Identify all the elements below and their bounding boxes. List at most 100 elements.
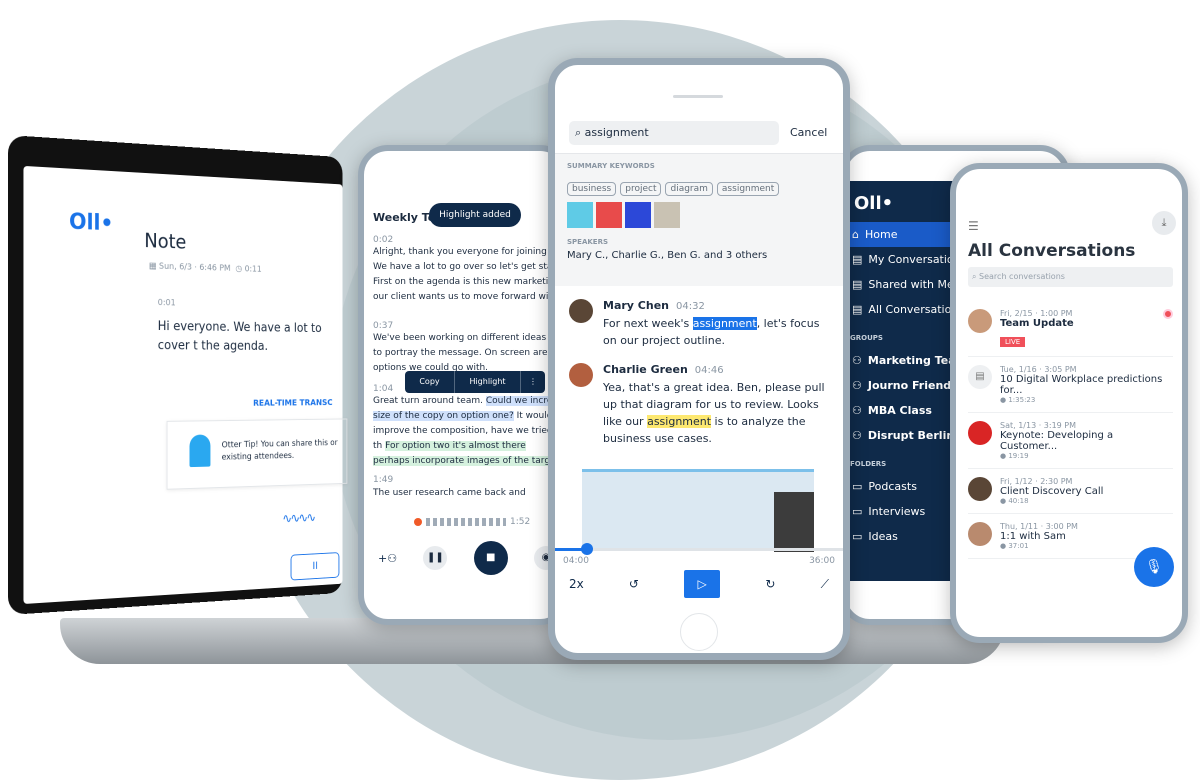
home-button[interactable] — [680, 613, 718, 651]
label: My Conversatio — [868, 253, 953, 266]
chart-icon[interactable]: ⟋ — [821, 577, 829, 592]
total-time: 36:00 — [809, 556, 835, 566]
toast: Highlight added — [429, 203, 521, 227]
phone-transcript: Weekly Tea Highlight added 0:02 Alright,… — [358, 145, 570, 625]
thumbnail[interactable] — [654, 202, 680, 228]
group-icon: ⚇ — [852, 354, 862, 367]
copy-button[interactable]: Copy — [405, 371, 455, 393]
keyword-chip[interactable]: project — [620, 182, 661, 196]
forward-icon[interactable]: ↻ — [765, 577, 775, 591]
duration-text: 1:35:23 — [1008, 396, 1035, 404]
transcript-text: Great turn around team. Could we increa … — [373, 394, 563, 469]
sidebar-folder[interactable]: ▭ Podcasts — [846, 474, 956, 499]
timestamp: 0:01 — [158, 298, 176, 308]
conversation-list: Fri, 2/15 · 1:00 PM Team Update LIVE ▤ Tue,… — [968, 301, 1173, 559]
video-thumbnail[interactable] — [582, 469, 814, 549]
stack-icon: ▤ — [852, 303, 862, 316]
sidebar-folder[interactable]: ▭ Interviews — [846, 499, 956, 524]
more-icon[interactable]: ⋮ — [521, 371, 545, 393]
transcript: 0:02 Alright, thank you everyone for joi… — [373, 235, 563, 501]
sidebar-item-all-conversations[interactable]: ▤ All Conversatio — [846, 297, 956, 322]
sidebar-group[interactable]: ⚇ MBA Class — [846, 398, 956, 423]
avatar — [569, 299, 593, 323]
timestamp: 1:49 — [373, 475, 563, 485]
search-icon: ⌕ — [575, 126, 585, 139]
otter-logo: Oll• — [69, 210, 113, 236]
elapsed-time: 1:52 — [510, 517, 530, 527]
slider-handle[interactable] — [581, 543, 593, 555]
calendar-icon: ▦ — [149, 262, 159, 272]
speed-button[interactable]: 2x — [569, 577, 584, 591]
group-icon: ⚇ — [852, 379, 862, 392]
tip-card: Otter Tip! You can share this or existin… — [167, 418, 348, 489]
thumbnail[interactable] — [625, 202, 651, 228]
cancel-button[interactable]: Cancel — [790, 126, 827, 139]
label: Shared with Me — [868, 278, 953, 291]
sidebar-folder[interactable]: ▭ Ideas — [846, 524, 956, 549]
phone-search: ⌕ assignment Cancel SUMMARY KEYWORDS bus… — [548, 58, 850, 660]
home-icon: ⌂ — [852, 228, 859, 241]
summary-panel: SUMMARY KEYWORDS business project diagram a… — [555, 153, 843, 286]
realtime-label: REAL-TIME TRANSC — [253, 399, 332, 409]
shared-icon: ▤ — [852, 278, 862, 291]
avatar — [968, 522, 992, 546]
group-icon: ⚇ — [852, 429, 862, 442]
list-item[interactable]: Fri, 2/15 · 1:00 PM Team Update LIVE — [968, 301, 1173, 357]
otter-logo: Oll• — [846, 181, 956, 222]
search-input[interactable]: ⌕ assignment — [569, 121, 779, 145]
keyword-chip[interactable]: assignment — [717, 182, 779, 196]
add-speaker-icon[interactable]: +⚇ — [378, 552, 397, 565]
date: Sat, 1/13 · 3:19 PM — [1000, 421, 1173, 430]
sidebar-item-home[interactable]: ⌂ Home — [846, 222, 956, 247]
sidebar-group[interactable]: ⚇ Disrupt Berlin 2 — [846, 423, 956, 448]
play-button[interactable]: ▷ — [684, 570, 720, 598]
search-value: assignment — [585, 126, 649, 139]
list-item[interactable]: ▤ Tue, 1/16 · 3:05 PM 10 Digital Workplace… — [968, 357, 1173, 413]
note-date: Sun, 6/3 · 6:46 PM — [159, 262, 231, 274]
playback-slider[interactable] — [555, 548, 843, 551]
thumbnail[interactable] — [567, 202, 593, 228]
timestamp: 0:37 — [373, 321, 563, 331]
highlight-button[interactable]: Highlight — [455, 371, 521, 393]
import-button[interactable]: ⤓ — [1152, 211, 1176, 235]
timestamp: 04:32 — [676, 301, 705, 312]
date: Thu, 1/11 · 3:00 PM — [1000, 522, 1078, 531]
pause-button[interactable]: II — [291, 552, 340, 580]
current-time: 04:00 — [563, 556, 589, 566]
search-icon: ⌕ — [972, 272, 979, 281]
speaker-name: Mary Chen — [603, 299, 669, 312]
list-item[interactable]: Sat, 1/13 · 3:19 PM Keynote: Developing a… — [968, 413, 1173, 469]
section-label: FOLDERS — [846, 448, 956, 474]
clock-icon: ◷ — [236, 264, 245, 274]
sidebar-group[interactable]: ⚇ Marketing Tean — [846, 348, 956, 373]
document-icon: ▤ — [852, 253, 862, 266]
sidebar-group[interactable]: ⚇ Journo Friends — [846, 373, 956, 398]
keyword-chip[interactable]: business — [567, 182, 616, 196]
menu-icon[interactable]: ☰ — [968, 219, 979, 233]
title: 10 Digital Workplace predictions for... — [1000, 374, 1173, 396]
pause-button[interactable]: ❚❚ — [423, 546, 447, 570]
thumbnail[interactable] — [596, 202, 622, 228]
keyword-chip[interactable]: diagram — [665, 182, 712, 196]
phone-conversations: ☰ ⤓ All Conversations ⌕ Search conversat… — [950, 163, 1188, 643]
sidebar-item-shared[interactable]: ▤ Shared with Me — [846, 272, 956, 297]
label: MBA Class — [868, 404, 932, 417]
stop-button[interactable]: ■ — [474, 541, 508, 575]
sidebar-item-my-conversations[interactable]: ▤ My Conversatio — [846, 247, 956, 272]
avatar — [968, 309, 992, 333]
search-input[interactable]: ⌕ Search conversations — [968, 267, 1173, 287]
search-hit: assignment — [693, 317, 757, 330]
record-button[interactable]: 🎙 — [1134, 547, 1174, 587]
microphone-icon: 🎙 — [1145, 559, 1163, 575]
recording-progress: 1:52 — [414, 517, 530, 527]
date: Fri, 2/15 · 1:00 PM — [1000, 309, 1074, 318]
rewind-icon[interactable]: ↺ — [629, 577, 639, 591]
list-item[interactable]: Fri, 1/12 · 2:30 PM Client Discovery Call… — [968, 469, 1173, 514]
title: Keynote: Developing a Customer... — [1000, 430, 1173, 452]
avatar — [569, 363, 593, 387]
level-meter — [426, 518, 506, 526]
speakers-list: Mary C., Charlie G., Ben G. and 3 others — [567, 250, 831, 261]
folder-icon: ▭ — [852, 480, 862, 493]
duration-text: 40:18 — [1008, 497, 1028, 505]
folder-icon: ▭ — [852, 530, 862, 543]
